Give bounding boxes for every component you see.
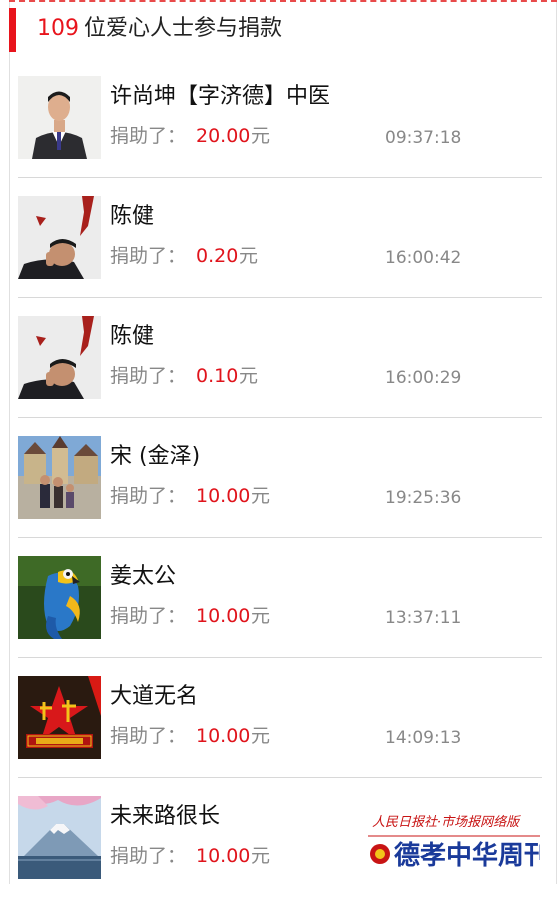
- donation-amount: 10.00: [196, 725, 251, 747]
- donation-time: 16:00:42: [385, 248, 462, 268]
- donation-amount: 0.20: [196, 245, 239, 267]
- donor-row[interactable]: 宋 (金泽) 捐助了： 10.00 元 19:25:36: [18, 426, 542, 546]
- donor-name: 姜太公: [110, 564, 177, 589]
- donation-time: 14:09:13: [385, 728, 462, 748]
- top-dashed-border: [9, 0, 557, 2]
- row-divider: [18, 177, 542, 178]
- donation-amount: 10.00: [196, 845, 251, 867]
- currency-unit: 元: [251, 725, 271, 747]
- row-divider: [18, 417, 542, 418]
- currency-unit: 元: [251, 125, 271, 147]
- row-divider: [18, 657, 542, 658]
- donor-name: 未来路很长: [110, 804, 221, 829]
- row-divider: [18, 777, 542, 778]
- donor-name: 许尚坤【字济德】中医: [110, 84, 331, 109]
- donation-amount: 20.00: [196, 125, 251, 147]
- donor-count: 109: [37, 16, 79, 41]
- currency-unit: 元: [251, 845, 271, 867]
- watermark-line2: 德孝中华周刊: [394, 840, 540, 871]
- donation-amount: 10.00: [196, 485, 251, 507]
- donor-row[interactable]: 许尚坤【字济德】中医 捐助了： 20.00 元 09:37:18: [18, 66, 542, 186]
- currency-unit: 元: [239, 245, 259, 267]
- donation-amount: 10.00: [196, 605, 251, 627]
- donor-row[interactable]: 姜太公 捐助了： 10.00 元 13:37:11: [18, 546, 542, 666]
- donor-name: 陈健: [110, 204, 155, 229]
- donor-name: 陈健: [110, 324, 155, 349]
- donation-time: 09:37:18: [385, 128, 462, 148]
- donor-row[interactable]: 陈健 捐助了： 0.20 元 16:00:42: [18, 186, 542, 306]
- donation-label: 捐助了：: [110, 605, 187, 627]
- donors-header: 109 位爱心人士参与捐款: [9, 8, 549, 52]
- donation-label: 捐助了：: [110, 725, 187, 747]
- donation-label: 捐助了：: [110, 485, 187, 507]
- currency-unit: 元: [251, 605, 271, 627]
- donation-time: 19:25:36: [385, 488, 462, 508]
- mount-fuji-icon[interactable]: [18, 796, 101, 879]
- donation-time: 13:37:11: [385, 608, 462, 628]
- watermark-line1: 人民日报社·市场报网络版: [372, 814, 521, 830]
- donation-label: 捐助了：: [110, 245, 187, 267]
- donation-label: 捐助了：: [110, 845, 187, 867]
- portrait-man-thinking-icon[interactable]: [18, 196, 101, 279]
- row-divider: [18, 297, 542, 298]
- donor-row[interactable]: 陈健 捐助了： 0.10 元 16:00:29: [18, 306, 542, 426]
- donor-name: 大道无名: [110, 684, 199, 709]
- currency-unit: 元: [251, 485, 271, 507]
- parrot-icon[interactable]: [18, 556, 101, 639]
- donation-time: 16:00:29: [385, 368, 462, 388]
- header-accent-bar: [9, 8, 16, 52]
- publisher-watermark-logo: 人民日报社·市场报网络版 德孝中华周刊: [368, 808, 550, 874]
- donation-label: 捐助了：: [110, 125, 187, 147]
- china-dream-star-icon[interactable]: [18, 676, 101, 759]
- family-photo-castle-icon[interactable]: [18, 436, 101, 519]
- donor-row[interactable]: 大道无名 捐助了： 10.00 元 14:09:13: [18, 666, 542, 786]
- row-divider: [18, 537, 542, 538]
- donation-amount: 0.10: [196, 365, 239, 387]
- header-title: 位爱心人士参与捐款: [84, 16, 283, 41]
- donation-label: 捐助了：: [110, 365, 187, 387]
- donor-name: 宋 (金泽): [110, 444, 201, 469]
- portrait-man-vest-icon[interactable]: [18, 76, 101, 159]
- portrait-man-thinking-icon[interactable]: [18, 316, 101, 399]
- currency-unit: 元: [239, 365, 259, 387]
